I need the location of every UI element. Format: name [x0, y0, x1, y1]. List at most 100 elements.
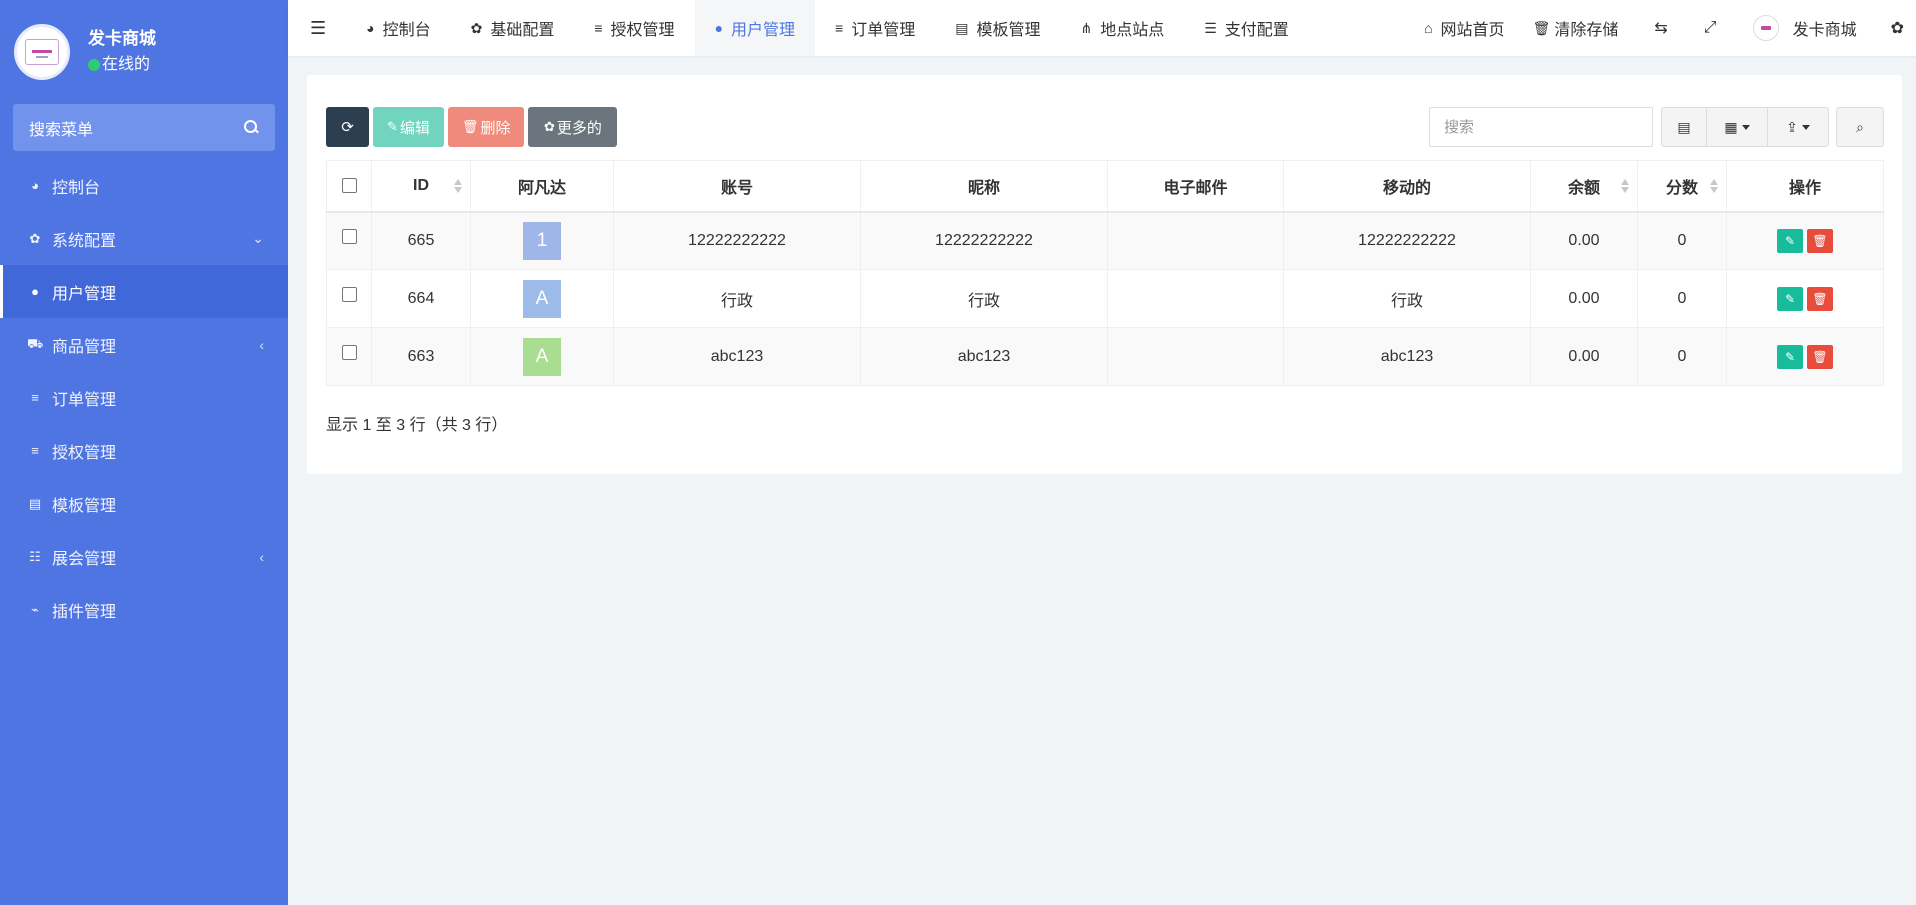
advanced-search-button[interactable]: ⌕: [1836, 107, 1884, 147]
user-icon: ●: [714, 20, 724, 36]
avatar: A: [523, 337, 561, 376]
list-icon: ≡: [31, 390, 39, 405]
refresh-button[interactable]: ⟳: [326, 107, 369, 147]
gear-icon: ✿: [29, 230, 41, 246]
table-header-row: ID 阿凡达 账号 昵称 电子邮件 移动的 余额 分数 操作: [326, 160, 1884, 213]
list-view-icon: ▤: [1677, 118, 1691, 135]
sort-icon: [454, 178, 462, 194]
edit-button[interactable]: ✎ 编辑: [373, 107, 444, 147]
settings-gear-icon[interactable]: ✿: [1871, 0, 1916, 56]
row-delete-button[interactable]: 🗑: [1807, 228, 1833, 253]
col-avatar: 阿凡达: [470, 160, 614, 213]
fullscreen-icon[interactable]: ⤢: [1690, 0, 1739, 56]
server-icon: ☰: [1204, 19, 1217, 36]
sidebar-item-4[interactable]: ≡ 订单管理: [0, 371, 288, 424]
action-toolbar: ⟳ ✎ 编辑 🗑 删除 ✿ 更多的: [326, 107, 621, 147]
row-edit-button[interactable]: ✎: [1777, 286, 1803, 311]
col-balance[interactable]: 余额: [1530, 160, 1638, 213]
sidebar-item-label: 控制台: [52, 179, 101, 197]
tab-3[interactable]: ● 用户管理: [694, 0, 816, 56]
sidebar-item-1[interactable]: ✿ 系统配置 ⌄: [0, 212, 288, 265]
table-search-input[interactable]: [1429, 107, 1653, 147]
tab-0[interactable]: ◕ 控制台: [346, 0, 450, 56]
dashboard-icon: ◕: [31, 178, 39, 193]
sidebar-item-2[interactable]: ● 用户管理: [0, 265, 288, 318]
cell-nickname: abc123: [860, 327, 1108, 386]
col-score-label: 分数: [1665, 179, 1698, 197]
row-delete-button[interactable]: 🗑: [1807, 344, 1833, 369]
trash-icon: 🗑: [1812, 233, 1828, 248]
sidebar-search[interactable]: 搜索菜单: [13, 104, 275, 151]
row-select-cell: [326, 269, 372, 328]
cell-avatar: 1: [470, 211, 614, 270]
sidebar-item-3[interactable]: ⛟ 商品管理 ‹: [0, 318, 288, 371]
sort-icon: [1621, 178, 1629, 194]
sidebar-item-0[interactable]: ◕ 控制台: [0, 159, 288, 212]
columns-button[interactable]: ▦: [1706, 107, 1768, 147]
cell-mobile: 12222222222: [1283, 211, 1531, 270]
col-account: 账号: [613, 160, 861, 213]
language-icon[interactable]: ⇆: [1632, 0, 1689, 56]
delete-button[interactable]: 🗑 删除: [447, 107, 525, 147]
refresh-icon: ⟳: [341, 119, 354, 136]
row-edit-button[interactable]: ✎: [1777, 228, 1803, 253]
home-link[interactable]: ⌂ 网站首页: [1410, 0, 1518, 56]
row-checkbox[interactable]: [341, 286, 357, 302]
table-row[interactable]: 664 A 行政 行政 行政 0.00 0 ✎ 🗑: [326, 269, 1884, 328]
sliders-icon: ☷: [29, 548, 41, 564]
tab-7[interactable]: ☰ 支付配置: [1184, 0, 1309, 56]
avatar: [1752, 15, 1779, 41]
cell-balance: 0.00: [1530, 269, 1638, 328]
tab-1[interactable]: ✿ 基础配置: [451, 0, 575, 56]
avatar: 1: [523, 221, 561, 260]
cell-id: 665: [371, 211, 471, 270]
card-view-button[interactable]: ▤: [1661, 107, 1707, 147]
sidebar-item-8[interactable]: ⌁ 插件管理: [0, 583, 288, 636]
tab-2[interactable]: ≡ 授权管理: [574, 0, 694, 56]
col-actions: 操作: [1726, 160, 1884, 213]
table-tools: ▤ ▦ ⇪ ⌕: [1429, 107, 1884, 147]
clear-cache-label: 清除存储: [1554, 22, 1619, 39]
sidebar-item-label: 订单管理: [52, 391, 117, 409]
table-row[interactable]: 665 1 12222222222 12222222222 12222222222 0.0…: [326, 211, 1884, 270]
pencil-icon: ✎: [1784, 291, 1796, 306]
sort-icon: [1710, 178, 1718, 194]
sidebar-item-label: 展会管理: [52, 550, 117, 568]
select-all-checkbox[interactable]: [341, 178, 357, 194]
pencil-icon: ✎: [387, 119, 398, 134]
col-mobile: 移动的: [1283, 160, 1531, 213]
tab-6[interactable]: ⋔ 地点站点: [1060, 0, 1184, 56]
menu-toggle-icon[interactable]: ☰: [288, 0, 346, 56]
search-icon: ⌕: [1856, 118, 1864, 135]
tab-4[interactable]: ≡ 订单管理: [815, 0, 935, 56]
cell-actions: ✎ 🗑: [1726, 211, 1884, 270]
sidebar-item-5[interactable]: ≡ 授权管理: [0, 424, 288, 477]
sidebar-item-6[interactable]: ▤ 模板管理: [0, 477, 288, 530]
brand: 发卡商城 在线的: [0, 0, 288, 104]
chevron-icon: ‹: [259, 336, 264, 353]
table-row[interactable]: 663 Aabc123 abc123 abc123 0.00 0 ✎ 🗑: [326, 327, 1884, 386]
cell-mobile: 行政: [1283, 269, 1531, 328]
user-menu[interactable]: 发卡商城: [1739, 0, 1871, 56]
row-edit-button[interactable]: ✎: [1777, 344, 1803, 369]
row-delete-button[interactable]: 🗑: [1807, 286, 1833, 311]
row-checkbox[interactable]: [341, 344, 357, 360]
col-id[interactable]: ID: [371, 160, 471, 213]
col-balance-label: 余额: [1567, 179, 1600, 197]
table-body: 665 1 12222222222 12222222222 12222222222 0.0…: [326, 211, 1884, 386]
clear-cache-button[interactable]: 🗑 清除存储: [1519, 0, 1633, 56]
sidebar-item-7[interactable]: ☷ 展会管理 ‹: [0, 530, 288, 583]
col-score[interactable]: 分数: [1637, 160, 1727, 213]
export-button[interactable]: ⇪: [1767, 107, 1829, 147]
more-button[interactable]: ✿ 更多的: [528, 107, 618, 147]
row-checkbox[interactable]: [341, 229, 357, 245]
cell-balance: 0.00: [1530, 327, 1638, 386]
cell-account: abc123: [613, 327, 861, 386]
tab-label: 基础配置: [490, 22, 555, 39]
edit-button-label: 编辑: [399, 119, 430, 137]
gear-icon: ✿: [470, 19, 483, 36]
tab-label: 授权管理: [610, 22, 675, 39]
col-account-label: 账号: [720, 179, 753, 197]
tab-5[interactable]: ▤ 模板管理: [935, 0, 1060, 56]
list-icon: ≡: [594, 20, 603, 36]
